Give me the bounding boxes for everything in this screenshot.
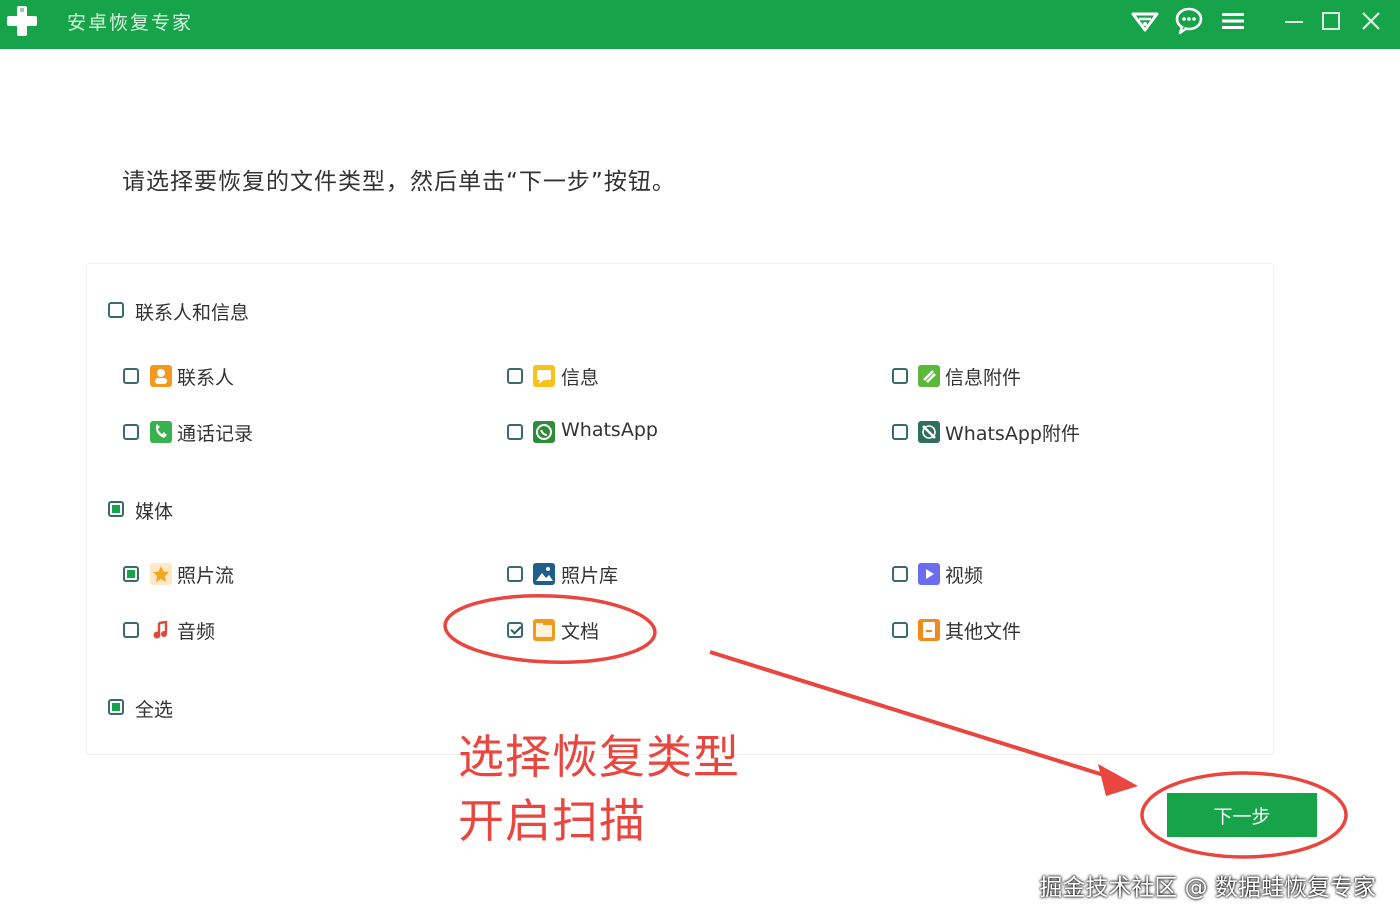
annotation-overlay — [443, 594, 1348, 859]
highlight-circle-next-button — [1140, 771, 1348, 859]
annotation-arrow-head — [1098, 764, 1138, 796]
annotation-arrow-line — [709, 650, 1111, 779]
highlight-circle-document — [443, 594, 657, 664]
